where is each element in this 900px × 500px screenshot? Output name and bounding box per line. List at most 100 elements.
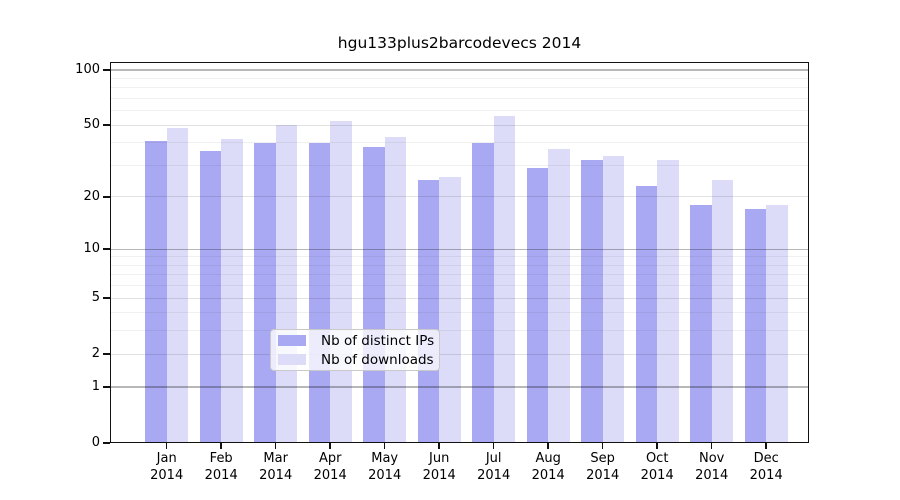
bar-downloads xyxy=(712,180,734,443)
x-tick-year: 2014 xyxy=(193,467,249,484)
gridline-y-5 xyxy=(110,298,809,299)
bar-distinct-ips xyxy=(690,205,712,443)
gridline-y-30 xyxy=(110,165,809,166)
legend-item-downloads: Nb of downloads xyxy=(271,350,439,369)
y-tick-label: 50 xyxy=(58,117,100,133)
bar-distinct-ips xyxy=(309,143,331,443)
x-tick-year: 2014 xyxy=(629,467,685,484)
x-tick-label: Aug2014 xyxy=(520,450,576,484)
bar-distinct-ips xyxy=(745,209,767,443)
gridline-y-1 xyxy=(110,386,809,387)
y-tick xyxy=(103,124,110,126)
x-tick xyxy=(656,443,658,449)
x-tick-year: 2014 xyxy=(411,467,467,484)
gridline-y-40 xyxy=(110,142,809,143)
bar-downloads xyxy=(439,177,461,443)
x-tick-year: 2014 xyxy=(466,467,522,484)
x-tick xyxy=(220,443,222,449)
gridline-y-10 xyxy=(110,249,809,250)
x-tick-year: 2014 xyxy=(575,467,631,484)
y-tick-label: 2 xyxy=(58,346,100,362)
gridline-y-60 xyxy=(110,110,809,111)
x-tick-year: 2014 xyxy=(738,467,794,484)
gridline-y-9 xyxy=(110,256,809,257)
bar-distinct-ips xyxy=(527,168,549,443)
y-tick xyxy=(103,353,110,355)
y-tick xyxy=(103,442,110,444)
x-tick-year: 2014 xyxy=(139,467,195,484)
legend-item-distinct-ips: Nb of distinct IPs xyxy=(271,331,439,350)
x-tick-year: 2014 xyxy=(357,467,413,484)
bar-distinct-ips xyxy=(145,141,167,443)
bar-downloads xyxy=(221,139,243,443)
legend-label: Nb of distinct IPs xyxy=(321,333,434,349)
distinct-ips-swatch-icon xyxy=(278,335,306,346)
x-tick-label: Apr2014 xyxy=(302,450,358,484)
bar-downloads xyxy=(385,137,407,443)
gridline-y-70 xyxy=(110,98,809,99)
x-tick-label: Oct2014 xyxy=(629,450,685,484)
gridline-y-50 xyxy=(110,125,809,126)
bar-downloads xyxy=(548,149,570,443)
bar-distinct-ips xyxy=(363,147,385,443)
x-tick-year: 2014 xyxy=(520,467,576,484)
gridline-y-8 xyxy=(110,265,809,266)
x-tick xyxy=(384,443,386,449)
bar-downloads xyxy=(330,121,352,443)
bar-downloads xyxy=(276,125,298,443)
bar-downloads xyxy=(766,205,788,443)
x-tick-label: Jun2014 xyxy=(411,450,467,484)
bar-downloads xyxy=(657,160,679,443)
legend: Nb of distinct IPs Nb of downloads xyxy=(270,329,440,371)
y-tick-label: 10 xyxy=(58,241,100,257)
y-tick xyxy=(103,196,110,198)
gridline-y-100 xyxy=(110,69,809,70)
x-tick-label: Nov2014 xyxy=(684,450,740,484)
x-tick xyxy=(166,443,168,449)
x-tick-label: Mar2014 xyxy=(248,450,304,484)
legend-label: Nb of downloads xyxy=(321,352,434,368)
y-tick-label: 0 xyxy=(58,435,100,451)
x-tick-year: 2014 xyxy=(248,467,304,484)
gridline-y-7 xyxy=(110,274,809,275)
x-tick xyxy=(765,443,767,449)
gridline-y-2 xyxy=(110,354,809,355)
plot-area: 0125102050100Jan2014Feb2014Mar2014Apr201… xyxy=(110,62,809,443)
y-tick xyxy=(103,69,110,71)
x-tick xyxy=(438,443,440,449)
x-tick xyxy=(547,443,549,449)
x-tick-label: Feb2014 xyxy=(193,450,249,484)
bar-downloads xyxy=(603,156,625,443)
x-tick-year: 2014 xyxy=(684,467,740,484)
bar-distinct-ips xyxy=(636,186,658,443)
x-tick xyxy=(711,443,713,449)
y-tick xyxy=(103,248,110,250)
x-tick-label: Jan2014 xyxy=(139,450,195,484)
chart-title: hgu133plus2barcodevecs 2014 xyxy=(110,34,809,56)
x-tick xyxy=(275,443,277,449)
gridline-y-6 xyxy=(110,285,809,286)
y-tick xyxy=(103,297,110,299)
gridline-y-90 xyxy=(110,78,809,79)
y-tick xyxy=(103,386,110,388)
bar-distinct-ips xyxy=(581,160,603,443)
x-tick-year: 2014 xyxy=(302,467,358,484)
x-tick-label: Dec2014 xyxy=(738,450,794,484)
download-stats-chart: { "title": "hgu133plus2barcodevecs 2014"… xyxy=(0,0,900,500)
x-tick xyxy=(493,443,495,449)
gridline-y-80 xyxy=(110,87,809,88)
downloads-swatch-icon xyxy=(278,354,306,365)
x-tick-label: Sep2014 xyxy=(575,450,631,484)
gridline-y-4 xyxy=(110,312,809,313)
bar-distinct-ips xyxy=(472,143,494,443)
x-tick xyxy=(329,443,331,449)
x-tick xyxy=(602,443,604,449)
y-tick-label: 1 xyxy=(58,379,100,395)
gridline-y-3 xyxy=(110,330,809,331)
bar-distinct-ips xyxy=(418,180,440,443)
x-tick-label: Jul2014 xyxy=(466,450,522,484)
x-tick-label: May2014 xyxy=(357,450,413,484)
gridline-y-20 xyxy=(110,196,809,197)
bar-distinct-ips xyxy=(254,143,276,443)
y-tick-label: 20 xyxy=(58,189,100,205)
